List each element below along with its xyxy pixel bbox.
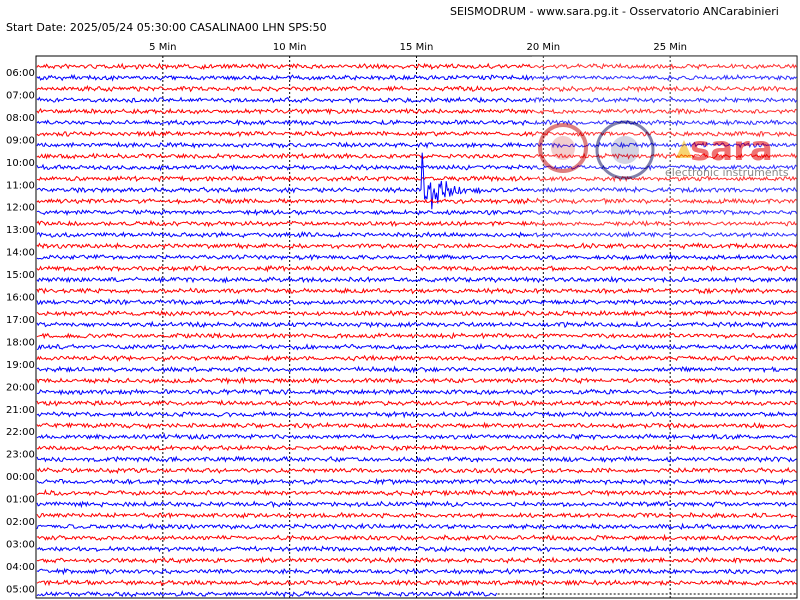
seismic-trace	[36, 320, 798, 329]
hour-label: 01:00	[6, 495, 35, 506]
x-tick-label: 15 Min	[400, 42, 434, 53]
hour-label: 12:00	[6, 203, 35, 214]
hour-label: 02:00	[6, 517, 35, 528]
hour-label: 11:00	[6, 180, 35, 191]
hour-labels: 06:00 07:00 08:00 09:00 10:00 11:00 12:00 13:00…	[6, 68, 35, 595]
hour-label: 15:00	[6, 270, 35, 281]
hour-label: 14:00	[6, 248, 35, 259]
seismic-trace	[36, 545, 797, 553]
seismic-trace	[36, 432, 797, 441]
x-tick-label: 20 Min	[527, 42, 561, 53]
hour-label: 21:00	[6, 405, 35, 416]
hour-label: 23:00	[6, 450, 35, 461]
seismic-trace	[36, 589, 498, 598]
hour-label: 18:00	[6, 337, 35, 348]
hour-label: 17:00	[6, 315, 35, 326]
hour-label: 09:00	[6, 135, 35, 146]
hour-label: 07:00	[6, 90, 35, 101]
hour-label: 22:00	[6, 427, 35, 438]
hour-label: 05:00	[6, 584, 35, 595]
hour-label: 10:00	[6, 158, 35, 169]
hour-label: 19:00	[6, 360, 35, 371]
sara-logo-text: sara	[690, 129, 773, 169]
seismic-trace	[36, 421, 797, 430]
seismogram-chart: 5 Min 10 Min 15 Min 20 Min 25 Min sara elect…	[6, 42, 798, 599]
hour-label: 00:00	[6, 472, 35, 483]
x-tick-labels: 5 Min 10 Min 15 Min 20 Min 25 Min	[149, 42, 687, 53]
hour-label: 03:00	[6, 539, 35, 550]
hour-label: 13:00	[6, 225, 35, 236]
sara-logo: sara electronic instruments	[532, 56, 797, 242]
seismic-trace	[36, 309, 798, 318]
sara-logo-subtext: electronic instruments	[665, 166, 789, 179]
hour-label: 20:00	[6, 382, 35, 393]
x-tick-label: 25 Min	[653, 42, 687, 53]
seismic-trace	[36, 556, 797, 565]
seismic-trace	[36, 488, 798, 497]
seismic-trace	[36, 253, 798, 262]
x-tick-label: 5 Min	[149, 42, 176, 53]
x-tick-label: 10 Min	[273, 42, 307, 53]
hour-label: 08:00	[6, 113, 35, 124]
hour-label: 16:00	[6, 293, 35, 304]
hour-label: 04:00	[6, 562, 35, 573]
hour-label: 06:00	[6, 68, 35, 79]
